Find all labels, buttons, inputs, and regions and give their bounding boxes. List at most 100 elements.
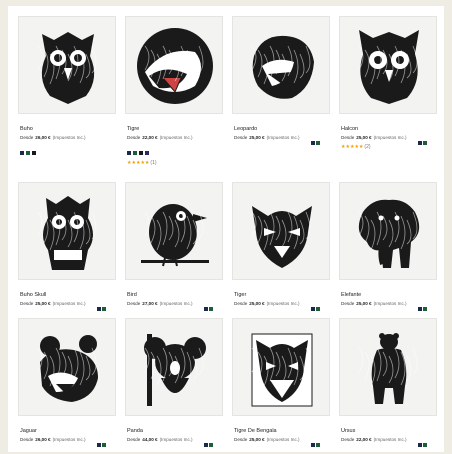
product-name[interactable]: Panda [127, 428, 143, 434]
product-name[interactable]: Jaguar [20, 428, 37, 434]
color-swatches [417, 436, 427, 454]
tax-note: (Impuestos Inc.) [52, 301, 86, 306]
color-swatches [20, 144, 38, 155]
price-prefix: Desde [341, 135, 355, 140]
product-name[interactable]: Tigre [127, 126, 139, 132]
product-image[interactable] [125, 16, 223, 114]
price-prefix: Desde [341, 437, 355, 442]
color-swatch[interactable] [423, 306, 427, 311]
product-price: 25,00 € [249, 437, 265, 442]
color-swatch[interactable] [316, 442, 320, 447]
price-prefix: Desde [127, 301, 141, 306]
price-prefix: Desde [127, 437, 141, 442]
color-swatches [96, 300, 106, 318]
color-swatches [310, 300, 320, 318]
product-row: Jaguar Desde 26,00 € (Impuestos Inc.) Panda D… [18, 318, 438, 447]
review-count: (1) [150, 160, 157, 166]
color-swatch[interactable] [102, 306, 106, 311]
product-price: 44,00 € [142, 437, 158, 442]
product-name[interactable]: Halcon [341, 126, 358, 132]
product-name[interactable]: Tiger [234, 292, 246, 298]
product-image[interactable] [18, 182, 116, 280]
color-swatches [417, 300, 427, 318]
price-prefix: Desde [341, 301, 355, 306]
color-swatch[interactable] [209, 306, 213, 311]
color-swatch[interactable] [418, 306, 422, 311]
tax-note: (Impuestos Inc.) [52, 437, 86, 442]
product-grid: Buho Desde 26,00 € (Impuestos Inc.) Tigre Des… [8, 6, 444, 452]
tiger-face-illustration [251, 333, 313, 407]
product-name[interactable]: Buho Skull [20, 292, 46, 298]
price-prefix: Desde [127, 135, 141, 140]
tax-note: (Impuestos Inc.) [159, 301, 193, 306]
color-swatch[interactable] [423, 140, 427, 145]
product-image[interactable] [232, 318, 330, 416]
price-prefix: Desde [234, 301, 248, 306]
color-swatch[interactable] [139, 150, 143, 155]
price-prefix: Desde [234, 437, 248, 442]
star-rating[interactable]: ★★★★★(2) [341, 144, 371, 150]
color-swatch[interactable] [204, 442, 208, 447]
color-swatch[interactable] [316, 306, 320, 311]
color-swatch[interactable] [311, 306, 315, 311]
color-swatch[interactable] [97, 442, 101, 447]
product-price: 22,00 € [356, 437, 372, 442]
color-swatch[interactable] [32, 150, 36, 155]
product-image[interactable] [339, 16, 437, 114]
product-price: 25,00 € [356, 135, 372, 140]
color-swatch[interactable] [209, 442, 213, 447]
product-price: 25,00 € [249, 301, 265, 306]
price-prefix: Desde [20, 301, 34, 306]
color-swatch[interactable] [418, 442, 422, 447]
color-swatch[interactable] [127, 150, 131, 155]
tax-note: (Impuestos Inc.) [373, 437, 407, 442]
color-swatches [417, 134, 427, 152]
price-line: Desde 25,00 € (Impuestos Inc.) [20, 301, 86, 306]
product-name[interactable]: Buho [20, 126, 33, 132]
product-image[interactable] [18, 16, 116, 114]
product-image[interactable] [125, 318, 223, 416]
product-name[interactable]: Tigre De Bengala [234, 428, 277, 434]
price-line: Desde 44,00 € (Impuestos Inc.) [127, 437, 193, 442]
product-image[interactable] [339, 182, 437, 280]
color-swatch[interactable] [311, 140, 315, 145]
product-image[interactable] [18, 318, 116, 416]
color-swatch[interactable] [423, 442, 427, 447]
product-name[interactable]: Elefante [341, 292, 361, 298]
tax-note: (Impuestos Inc.) [266, 135, 300, 140]
product-price: 26,00 € [35, 135, 51, 140]
color-swatches [310, 436, 320, 454]
color-swatch[interactable] [133, 150, 137, 155]
koala-illustration [144, 334, 206, 406]
color-swatch[interactable] [311, 442, 315, 447]
color-swatches [310, 134, 320, 152]
tax-note: (Impuestos Inc.) [159, 437, 193, 442]
color-swatch[interactable] [145, 150, 149, 155]
tax-note: (Impuestos Inc.) [266, 301, 300, 306]
color-swatch[interactable] [418, 140, 422, 145]
color-swatch[interactable] [26, 150, 30, 155]
product-name[interactable]: Bird [127, 292, 137, 298]
star-rating[interactable]: ★★★★★(1) [127, 160, 157, 166]
color-swatches [203, 300, 213, 318]
product-image[interactable] [232, 182, 330, 280]
price-line: Desde 25,00 € (Impuestos Inc.) [341, 301, 407, 306]
color-swatch[interactable] [97, 306, 101, 311]
product-name[interactable]: Ursus [341, 428, 355, 434]
color-swatch[interactable] [20, 150, 24, 155]
product-price: 27,00 € [142, 301, 158, 306]
color-swatches [127, 144, 151, 155]
price-prefix: Desde [20, 135, 34, 140]
color-swatch[interactable] [204, 306, 208, 311]
tiger-illustration [251, 206, 312, 268]
price-line: Desde 27,00 € (Impuestos Inc.) [127, 301, 193, 306]
product-price: 26,00 € [35, 437, 51, 442]
bear-illustration [358, 333, 418, 404]
color-swatch[interactable] [316, 140, 320, 145]
product-image[interactable] [125, 182, 223, 280]
color-swatch[interactable] [102, 442, 106, 447]
product-image[interactable] [232, 16, 330, 114]
owl-illustration [37, 32, 97, 104]
product-image[interactable] [339, 318, 437, 416]
product-name[interactable]: Leopardo [234, 126, 257, 132]
